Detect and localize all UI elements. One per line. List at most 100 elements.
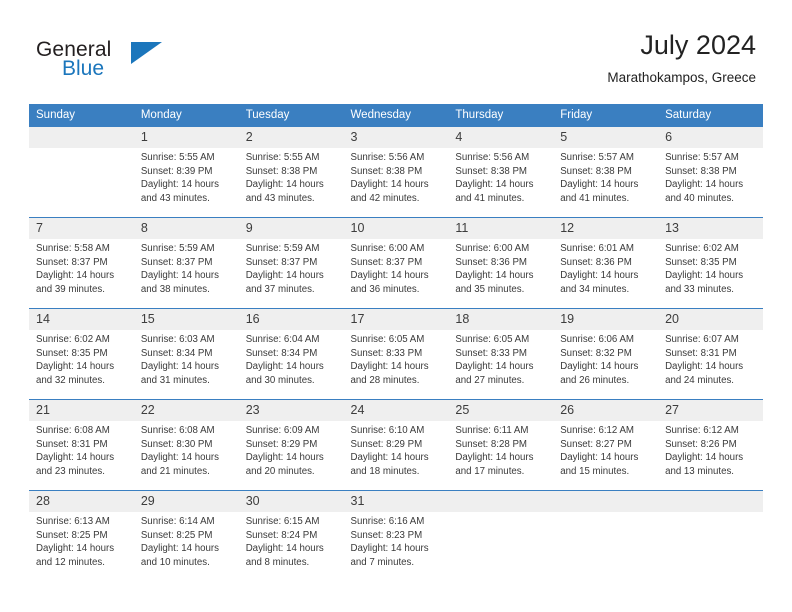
calendar-day-cell[interactable]: 27 Sunrise: 6:12 AM Sunset: 8:26 PM Dayligh…: [658, 399, 763, 491]
daylight-text-line2: and 18 minutes.: [350, 465, 420, 477]
calendar-day-cell[interactable]: 10 Sunrise: 6:00 AM Sunset: 8:37 PM Dayligh…: [343, 217, 449, 309]
day-number: 21: [29, 400, 134, 421]
daylight-text-line2: and 20 minutes.: [245, 465, 315, 477]
day-cell-content: 2 Sunrise: 5:55 AM Sunset: 8:38 PM Daylight…: [238, 127, 344, 217]
calendar-day-cell-empty: [658, 490, 763, 581]
calendar-day-cell[interactable]: 31 Sunrise: 6:16 AM Sunset: 8:23 PM Dayligh…: [343, 490, 449, 581]
sunset-text: Sunset: 8:34 PM: [140, 347, 213, 359]
sunset-text: Sunset: 8:24 PM: [245, 529, 318, 541]
sunrise-text: Sunrise: 5:57 AM: [560, 152, 634, 163]
calendar-day-cell[interactable]: 23 Sunrise: 6:09 AM Sunset: 8:29 PM Dayligh…: [238, 399, 344, 491]
calendar-day-cell[interactable]: 26 Sunrise: 6:12 AM Sunset: 8:27 PM Dayligh…: [553, 399, 659, 491]
day-sun-info: Sunrise: 5:57 AM Sunset: 8:38 PM Daylight:…: [553, 148, 658, 205]
calendar-day-cell[interactable]: 2 Sunrise: 5:55 AM Sunset: 8:38 PM Daylight…: [238, 126, 344, 218]
calendar-day-cell[interactable]: 3 Sunrise: 5:56 AM Sunset: 8:38 PM Daylight…: [343, 126, 449, 218]
day-number: 7: [29, 218, 134, 239]
daylight-text-line2: and 21 minutes.: [140, 465, 210, 477]
day-number: 19: [553, 309, 659, 330]
day-cell-content: 9 Sunrise: 5:59 AM Sunset: 8:37 PM Daylight…: [238, 218, 344, 308]
daylight-text-line1: Daylight: 14 hours: [36, 361, 115, 373]
day-number: 23: [238, 400, 344, 421]
calendar-day-cell[interactable]: 4 Sunrise: 5:56 AM Sunset: 8:38 PM Daylight…: [448, 126, 554, 218]
calendar-day-cell[interactable]: 18 Sunrise: 6:05 AM Sunset: 8:33 PM Dayligh…: [448, 308, 554, 400]
daylight-text-line2: and 43 minutes.: [140, 192, 210, 204]
sunrise-text: Sunrise: 6:05 AM: [455, 334, 530, 345]
calendar-day-cell[interactable]: 17 Sunrise: 6:05 AM Sunset: 8:33 PM Dayligh…: [343, 308, 449, 400]
daylight-text-line2: and 36 minutes.: [350, 283, 420, 295]
daylight-text-line1: Daylight: 14 hours: [350, 452, 429, 464]
calendar-week-row: 28 Sunrise: 6:13 AM Sunset: 8:25 PM Dayligh…: [29, 490, 763, 581]
sunrise-text: Sunrise: 6:14 AM: [140, 516, 215, 527]
calendar-day-cell[interactable]: 22 Sunrise: 6:08 AM Sunset: 8:30 PM Dayligh…: [133, 399, 239, 491]
calendar-day-cell[interactable]: 25 Sunrise: 6:11 AM Sunset: 8:28 PM Dayligh…: [448, 399, 554, 491]
day-sun-info: Sunrise: 6:15 AM Sunset: 8:24 PM Daylight:…: [239, 512, 344, 569]
flag-icon: [131, 42, 162, 64]
day-number: 3: [343, 127, 449, 148]
day-cell-content: 1 Sunrise: 5:55 AM Sunset: 8:39 PM Daylight…: [133, 127, 239, 217]
daylight-text-line1: Daylight: 14 hours: [245, 179, 324, 191]
weekday-header-tuesday: Tuesday: [238, 104, 344, 127]
day-number: [448, 491, 554, 512]
calendar-day-cell[interactable]: 28 Sunrise: 6:13 AM Sunset: 8:25 PM Dayligh…: [29, 490, 134, 581]
sunrise-text: Sunrise: 5:55 AM: [140, 152, 215, 163]
day-sun-info: Sunrise: 6:01 AM Sunset: 8:36 PM Daylight:…: [553, 239, 658, 296]
general-blue-logo[interactable]: General Blue: [36, 38, 256, 88]
calendar-day-cell[interactable]: 24 Sunrise: 6:10 AM Sunset: 8:29 PM Dayligh…: [343, 399, 449, 491]
daylight-text-line2: and 33 minutes.: [665, 283, 734, 295]
sunset-text: Sunset: 8:38 PM: [560, 165, 632, 177]
weekday-headers: Sunday Monday Tuesday Wednesday Thursday Frid…: [29, 104, 763, 127]
daylight-text-line1: Daylight: 14 hours: [36, 543, 115, 555]
sunrise-text: Sunrise: 6:02 AM: [36, 334, 110, 345]
calendar-day-cell[interactable]: 14 Sunrise: 6:02 AM Sunset: 8:35 PM Dayligh…: [29, 308, 134, 400]
calendar-day-cell[interactable]: 8 Sunrise: 5:59 AM Sunset: 8:37 PM Daylight…: [133, 217, 239, 309]
calendar-day-cell[interactable]: 7 Sunrise: 5:58 AM Sunset: 8:37 PM Daylight…: [29, 217, 134, 309]
sunrise-sunset-calendar: Sunday Monday Tuesday Wednesday Thursday Frid…: [29, 104, 763, 581]
weekday-header-saturday: Saturday: [658, 104, 763, 127]
calendar-day-cell[interactable]: 19 Sunrise: 6:06 AM Sunset: 8:32 PM Dayligh…: [553, 308, 659, 400]
sunset-text: Sunset: 8:27 PM: [560, 438, 632, 450]
sunrise-text: Sunrise: 5:56 AM: [455, 152, 530, 163]
sunrise-text: Sunrise: 6:01 AM: [560, 243, 634, 254]
day-sun-info: Sunrise: 6:16 AM Sunset: 8:23 PM Daylight:…: [344, 512, 449, 569]
daylight-text-line1: Daylight: 14 hours: [665, 361, 744, 373]
daylight-text-line1: Daylight: 14 hours: [245, 270, 324, 282]
sunrise-text: Sunrise: 6:08 AM: [36, 425, 110, 436]
calendar-day-cell[interactable]: 30 Sunrise: 6:15 AM Sunset: 8:24 PM Dayligh…: [238, 490, 344, 581]
day-number: 10: [343, 218, 449, 239]
calendar-day-cell[interactable]: 20 Sunrise: 6:07 AM Sunset: 8:31 PM Dayligh…: [658, 308, 763, 400]
day-cell-content: 12 Sunrise: 6:01 AM Sunset: 8:36 PM Dayligh…: [553, 218, 659, 308]
calendar-day-cell[interactable]: 13 Sunrise: 6:02 AM Sunset: 8:35 PM Dayligh…: [658, 217, 763, 309]
page-header: General Blue July 2024 Marathokampos, Gr…: [0, 0, 792, 104]
calendar-day-cell[interactable]: 29 Sunrise: 6:14 AM Sunset: 8:25 PM Dayligh…: [133, 490, 239, 581]
day-number: 8: [133, 218, 239, 239]
day-sun-info: Sunrise: 6:05 AM Sunset: 8:33 PM Daylight:…: [448, 330, 553, 387]
calendar-day-cell[interactable]: 9 Sunrise: 5:59 AM Sunset: 8:37 PM Daylight…: [238, 217, 344, 309]
daylight-text-line2: and 10 minutes.: [140, 556, 210, 568]
daylight-text-line1: Daylight: 14 hours: [350, 179, 429, 191]
day-cell-content: 5 Sunrise: 5:57 AM Sunset: 8:38 PM Daylight…: [553, 127, 659, 217]
day-cell-content: 25 Sunrise: 6:11 AM Sunset: 8:28 PM Dayligh…: [448, 400, 554, 490]
calendar-day-cell[interactable]: 11 Sunrise: 6:00 AM Sunset: 8:36 PM Dayligh…: [448, 217, 554, 309]
day-cell-content: 13 Sunrise: 6:02 AM Sunset: 8:35 PM Dayligh…: [658, 218, 763, 308]
daylight-text-line2: and 27 minutes.: [455, 374, 525, 386]
calendar-day-cell[interactable]: 5 Sunrise: 5:57 AM Sunset: 8:38 PM Daylight…: [553, 126, 659, 218]
day-number: 17: [343, 309, 449, 330]
day-cell-content: 15 Sunrise: 6:03 AM Sunset: 8:34 PM Dayligh…: [133, 309, 239, 399]
calendar-day-cell[interactable]: 15 Sunrise: 6:03 AM Sunset: 8:34 PM Dayligh…: [133, 308, 239, 400]
calendar-week-row: 7 Sunrise: 5:58 AM Sunset: 8:37 PM Daylight…: [29, 217, 763, 309]
day-number: 5: [553, 127, 659, 148]
day-sun-info: Sunrise: 5:56 AM Sunset: 8:38 PM Daylight:…: [448, 148, 553, 205]
day-cell-content: 3 Sunrise: 5:56 AM Sunset: 8:38 PM Daylight…: [343, 127, 449, 217]
day-sun-info: Sunrise: 5:59 AM Sunset: 8:37 PM Daylight:…: [134, 239, 239, 296]
daylight-text-line1: Daylight: 14 hours: [665, 270, 744, 282]
daylight-text-line2: and 34 minutes.: [560, 283, 630, 295]
daylight-text-line1: Daylight: 14 hours: [245, 452, 324, 464]
calendar-day-cell[interactable]: 1 Sunrise: 5:55 AM Sunset: 8:39 PM Daylight…: [133, 126, 239, 218]
sunset-text: Sunset: 8:31 PM: [665, 347, 737, 359]
calendar-day-cell[interactable]: 12 Sunrise: 6:01 AM Sunset: 8:36 PM Dayligh…: [553, 217, 659, 309]
calendar-day-cell[interactable]: 21 Sunrise: 6:08 AM Sunset: 8:31 PM Dayligh…: [29, 399, 134, 491]
daylight-text-line2: and 31 minutes.: [140, 374, 210, 386]
day-cell-content: 8 Sunrise: 5:59 AM Sunset: 8:37 PM Daylight…: [133, 218, 239, 308]
calendar-day-cell[interactable]: 6 Sunrise: 5:57 AM Sunset: 8:38 PM Daylight…: [658, 126, 763, 218]
calendar-day-cell[interactable]: 16 Sunrise: 6:04 AM Sunset: 8:34 PM Dayligh…: [238, 308, 344, 400]
